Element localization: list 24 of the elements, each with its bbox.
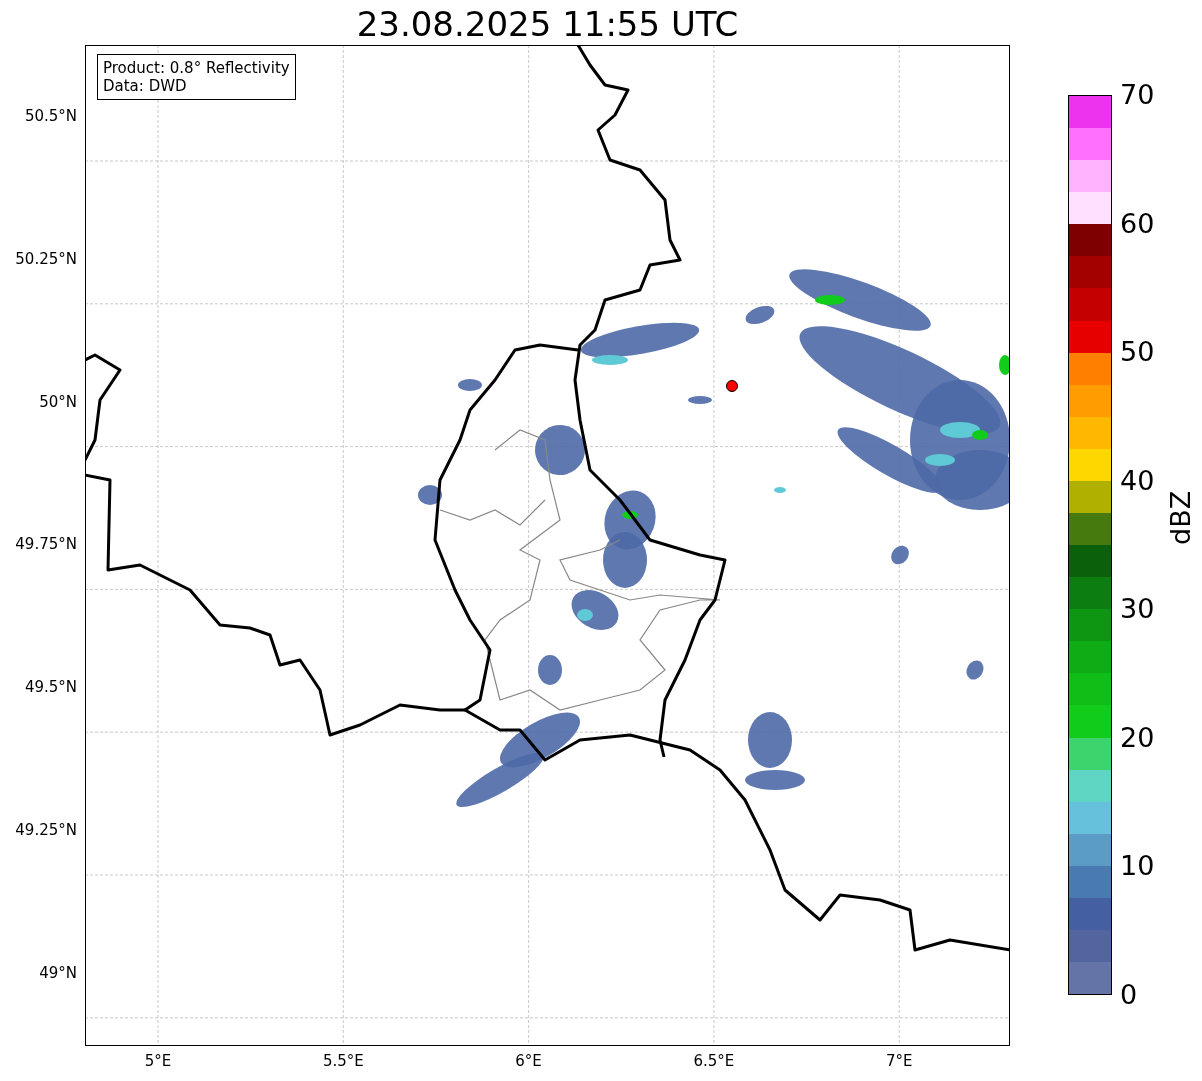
latitude-tick-label: 49°N bbox=[39, 963, 77, 982]
colorbar-label: dBZ bbox=[1165, 490, 1196, 545]
longitude-tick-label: 5°E bbox=[144, 1052, 172, 1070]
latitude-tick-label: 49.5°N bbox=[24, 678, 77, 697]
latitude-tick-label: 49.25°N bbox=[15, 821, 77, 839]
colorbar-tick-label: 70 bbox=[1120, 80, 1155, 110]
longitude-tick-label: 6°E bbox=[515, 1052, 542, 1070]
colorbar-tick-label: 50 bbox=[1120, 337, 1155, 368]
latitude-tick-label: 50.5°N bbox=[24, 107, 77, 125]
info-text: Product: 0.8° Reflectivity bbox=[103, 59, 290, 77]
figure-title: 23.08.2025 11:55 UTC bbox=[356, 3, 739, 45]
colorbar-tick-label: 40 bbox=[1120, 465, 1155, 496]
latitude-tick-label: 50.25°N bbox=[15, 249, 77, 268]
longitude-tick-label: 6.5°E bbox=[693, 1052, 735, 1070]
latitude-tick-label: 49.75°N bbox=[15, 535, 77, 554]
longitude-tick-label: 5.5°E bbox=[322, 1052, 364, 1070]
colorbar-tick-label: 30 bbox=[1120, 594, 1155, 625]
longitude-tick-label: 7°E bbox=[885, 1052, 913, 1070]
colorbar-tick-label: 0 bbox=[1120, 980, 1138, 1010]
info-text: Data: DWD bbox=[103, 77, 188, 95]
colorbar-tick-label: 60 bbox=[1120, 208, 1155, 239]
latitude-tick-label: 50°N bbox=[39, 392, 77, 411]
colorbar-tick-label: 10 bbox=[1120, 851, 1155, 882]
colorbar-tick-label: 20 bbox=[1120, 722, 1155, 753]
